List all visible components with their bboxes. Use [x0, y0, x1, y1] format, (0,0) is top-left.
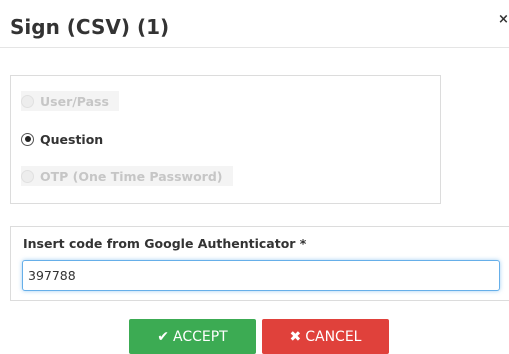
dialog-header: Sign (CSV) (1) ×	[0, 0, 509, 48]
authenticator-code-input[interactable]	[22, 260, 500, 291]
accept-button-label: ACCEPT	[173, 328, 228, 345]
code-section: Insert code from Google Authenticator *	[10, 226, 509, 301]
dialog-title: Sign (CSV) (1)	[10, 15, 170, 39]
radio-button-question[interactable]	[21, 132, 34, 146]
radio-label-otp: OTP (One Time Password)	[40, 168, 223, 184]
radio-label-user-pass: User/Pass	[40, 93, 109, 109]
radio-button-otp	[21, 169, 34, 183]
radio-button-user-pass	[21, 94, 34, 108]
radio-option-otp: OTP (One Time Password)	[21, 166, 233, 186]
x-icon: ✖	[289, 328, 302, 345]
accept-button[interactable]: ✔ ACCEPT	[129, 319, 256, 354]
close-icon[interactable]: ×	[498, 13, 509, 27]
sign-dialog: Sign (CSV) (1) × User/Pass Question OTP …	[0, 0, 509, 354]
radio-label-question[interactable]: Question	[40, 132, 103, 147]
check-icon: ✔	[157, 328, 169, 345]
cancel-button-label: CANCEL	[305, 328, 362, 345]
sign-method-group: User/Pass Question OTP (One Time Passwor…	[10, 75, 441, 204]
cancel-button[interactable]: ✖ CANCEL	[262, 319, 389, 354]
radio-option-user-pass: User/Pass	[21, 91, 119, 111]
radio-option-question[interactable]: Question	[21, 129, 103, 149]
code-field-label: Insert code from Google Authenticator *	[23, 236, 307, 251]
